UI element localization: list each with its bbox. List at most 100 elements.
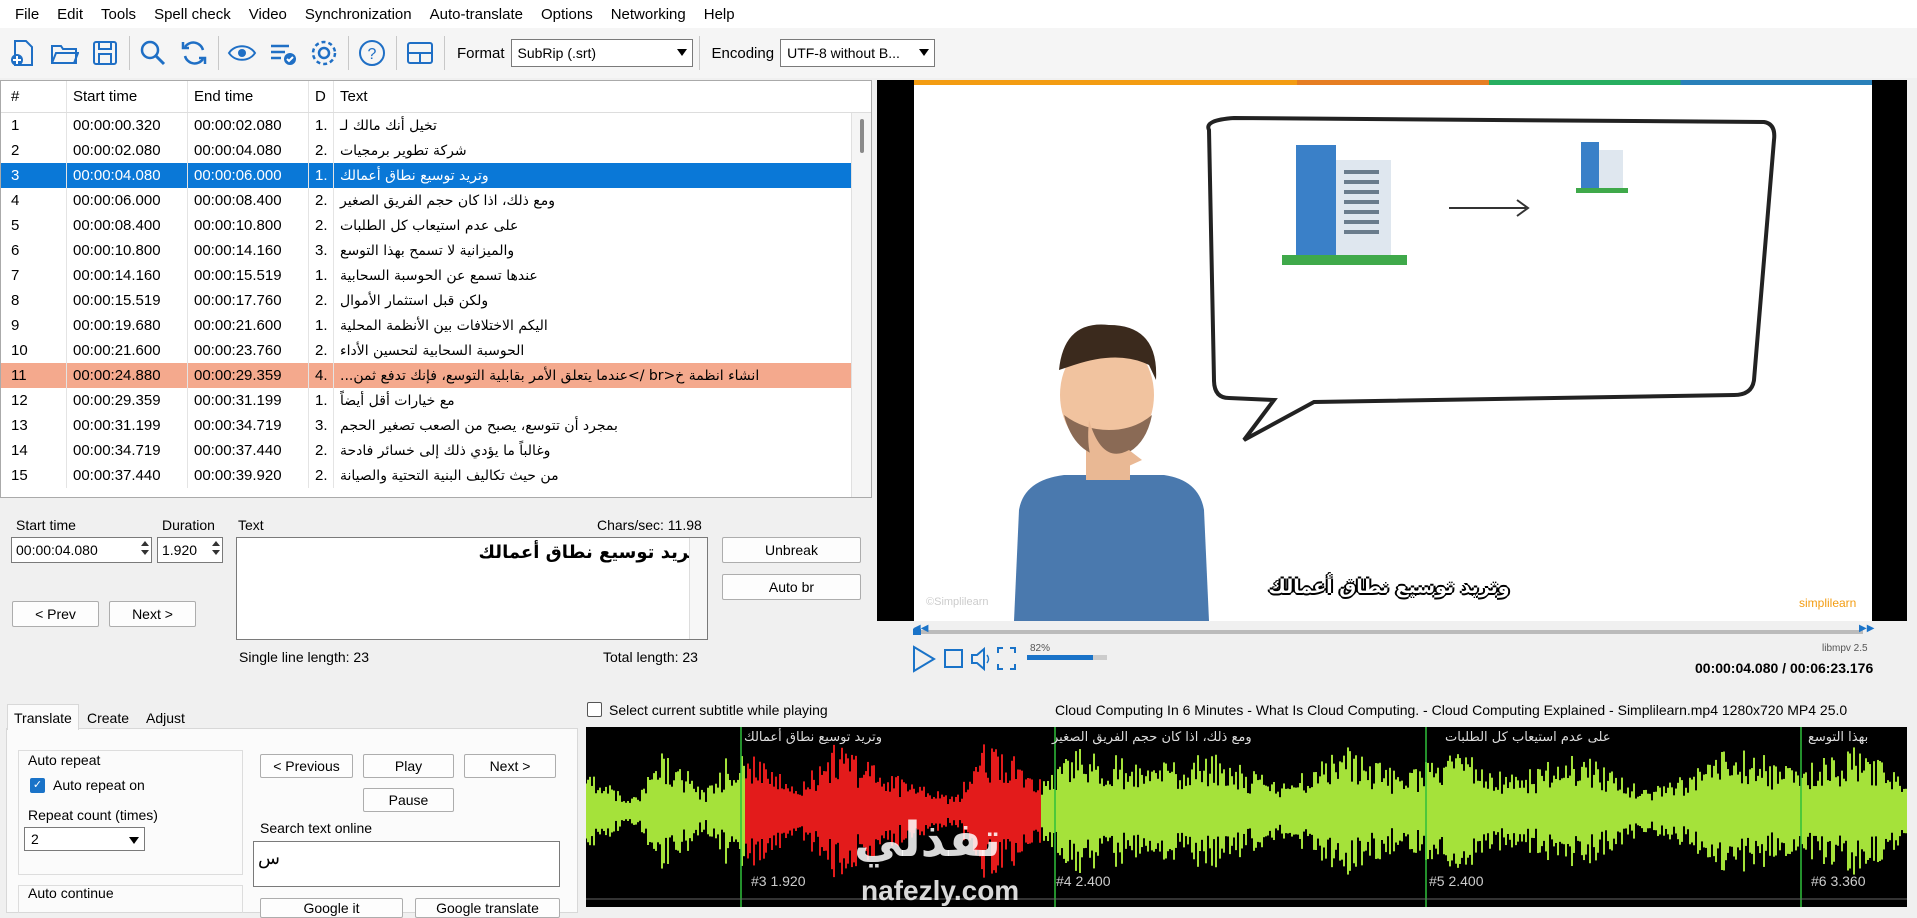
row-duration: 2. [309,463,334,488]
tab-adjust[interactable]: Adjust [140,706,191,730]
row-start: 00:00:04.080 [67,163,188,188]
row-duration: 4. [309,363,334,388]
table-row-selected[interactable]: 3 00:00:04.080 00:00:06.000 1. وتريد توسيع ن… [1,163,871,188]
table-row[interactable]: 8 00:00:15.519 00:00:17.760 2. ولكن قبل استث… [1,288,871,313]
row-end: 00:00:37.440 [188,438,309,463]
select-current-checkbox[interactable] [587,702,602,717]
menu-synchronization[interactable]: Synchronization [296,6,421,23]
menu-networking[interactable]: Networking [602,6,695,23]
save-icon[interactable] [88,36,122,70]
seek-start-icon[interactable]: ◀◀ [913,623,928,634]
volume-slider[interactable] [1027,655,1107,660]
prev-button[interactable]: < Prev [12,601,99,627]
row-number: 2 [1,138,67,163]
tab-translate[interactable]: Translate [7,704,79,730]
video-frame[interactable]: وتريد توسيع نطاق أعمالك simplilearn ©Sim… [914,80,1872,621]
toolbar: ? Format SubRip (.srt) Encoding UTF-8 wi… [0,28,1917,78]
volume-percent: 82% [1030,643,1051,654]
row-text: تخيل أنك مالك لـ [340,117,437,134]
audio-waveform[interactable]: وتريد توسيع نطاق أعمالك ومع ذلك، اذا كان… [586,727,1907,907]
pause-button[interactable]: Pause [363,788,454,812]
row-duration: 3. [309,413,334,438]
row-duration: 1. [309,313,334,338]
scrollbar-thumb[interactable] [860,119,864,153]
row-start: 00:00:02.080 [67,138,188,163]
header-number[interactable]: # [1,81,67,112]
single-line-length: Single line length: 23 [239,649,369,665]
menu-help[interactable]: Help [695,6,744,23]
replace-icon[interactable] [177,36,211,70]
text-scrollbar[interactable] [689,538,707,639]
new-file-icon[interactable] [6,36,40,70]
row-start: 00:00:31.199 [67,413,188,438]
help-icon[interactable]: ? [355,36,389,70]
spinner-icon[interactable] [141,541,149,559]
open-folder-icon[interactable] [47,36,81,70]
table-row[interactable]: 1 00:00:00.320 00:00:02.080 1. تخيل أنك مالك… [1,113,871,138]
waveform-sub-number: #4 2.400 [1056,873,1111,889]
tab-create[interactable]: Create [81,706,135,730]
subtitle-text-input[interactable]: وتريد توسيع نطاق أعمالك [236,537,708,640]
preview-icon[interactable] [225,36,259,70]
header-text[interactable]: Text [334,81,849,112]
search-online-input[interactable]: س [253,841,560,887]
repeat-count-select[interactable]: 2 [24,827,145,851]
menu-tools[interactable]: Tools [92,6,145,23]
table-row[interactable]: 14 00:00:34.719 00:00:37.440 2. وغالباً ما ي… [1,438,871,463]
repeat-count-label: Repeat count (times) [28,807,158,823]
encoding-select[interactable]: UTF-8 without B... [780,39,936,67]
seek-end-icon[interactable]: ▶▶ [1859,623,1874,634]
table-row[interactable]: 10 00:00:21.600 00:00:23.760 2. الحوسبة السح… [1,338,871,363]
seek-bar[interactable] [913,629,1863,635]
google-it-button[interactable]: Google it [260,898,403,918]
table-row[interactable]: 9 00:00:19.680 00:00:21.600 1. اليكم الاختلا… [1,313,871,338]
unbreak-button[interactable]: Unbreak [722,537,861,563]
find-icon[interactable] [136,36,170,70]
start-time-input[interactable]: 00:00:04.080 [11,537,152,563]
row-end: 00:00:10.800 [188,213,309,238]
table-row[interactable]: 15 00:00:37.440 00:00:39.920 2. من حيث تكالي… [1,463,871,488]
google-translate-button[interactable]: Google translate [415,898,560,918]
row-text: وغالباً ما يؤدي ذلك إلى خسائر فادحة [340,442,551,459]
file-info: Cloud Computing In 6 Minutes - What Is C… [1055,702,1848,718]
header-end-time[interactable]: End time [188,81,309,112]
menu-spell-check[interactable]: Spell check [145,6,240,23]
duration-input[interactable]: 1.920 [157,537,223,563]
table-row[interactable]: 7 00:00:14.160 00:00:15.519 1. عندها تسمع عن… [1,263,871,288]
spinner-icon[interactable] [212,541,220,559]
menu-auto-translate[interactable]: Auto-translate [421,6,532,23]
auto-br-button[interactable]: Auto br [722,574,861,600]
layout-icon[interactable] [403,36,437,70]
grid-scrollbar[interactable] [851,113,871,497]
menu-edit[interactable]: Edit [48,6,92,23]
header-duration[interactable]: D [309,81,334,112]
next-subtitle-button[interactable]: Next > [464,754,556,778]
format-select[interactable]: SubRip (.srt) [510,39,693,67]
next-button[interactable]: Next > [109,601,196,627]
menu-bar: File Edit Tools Spell check Video Synchr… [0,0,1917,28]
auto-repeat-checkbox[interactable]: ✓ [30,778,45,793]
table-row[interactable]: 4 00:00:06.000 00:00:08.400 2. ومع ذلك، اذا … [1,188,871,213]
table-row[interactable]: 13 00:00:31.199 00:00:34.719 3. بمجرد أن تتو… [1,413,871,438]
spellcheck-icon[interactable] [266,36,300,70]
row-start: 00:00:37.440 [67,463,188,488]
play-button[interactable]: Play [363,754,454,778]
table-row[interactable]: 12 00:00:29.359 00:00:31.199 1. مع خيارات أق… [1,388,871,413]
table-row[interactable]: 5 00:00:08.400 00:00:10.800 2. على عدم استيع… [1,213,871,238]
menu-options[interactable]: Options [532,6,602,23]
encoding-value: UTF-8 without B... [787,45,900,61]
table-row[interactable]: 6 00:00:10.800 00:00:14.160 3. والميزانية لا… [1,238,871,263]
volume-icon [971,646,985,672]
menu-video[interactable]: Video [240,6,296,23]
header-start-time[interactable]: Start time [67,81,188,112]
table-row[interactable]: 2 00:00:02.080 00:00:04.080 2. شركة تطوير بر… [1,138,871,163]
row-start: 00:00:21.600 [67,338,188,363]
subtitle-grid[interactable]: # Start time End time D Text 1 00:00:00.3… [0,80,872,498]
row-end: 00:00:23.760 [188,338,309,363]
menu-file[interactable]: File [6,6,48,23]
row-duration: 1. [309,388,334,413]
settings-icon[interactable] [307,36,341,70]
row-end: 00:00:31.199 [188,388,309,413]
table-row-error[interactable]: 11 00:00:24.880 00:00:29.359 4. انشاء انظمة … [1,363,871,388]
previous-button[interactable]: < Previous [260,754,353,778]
